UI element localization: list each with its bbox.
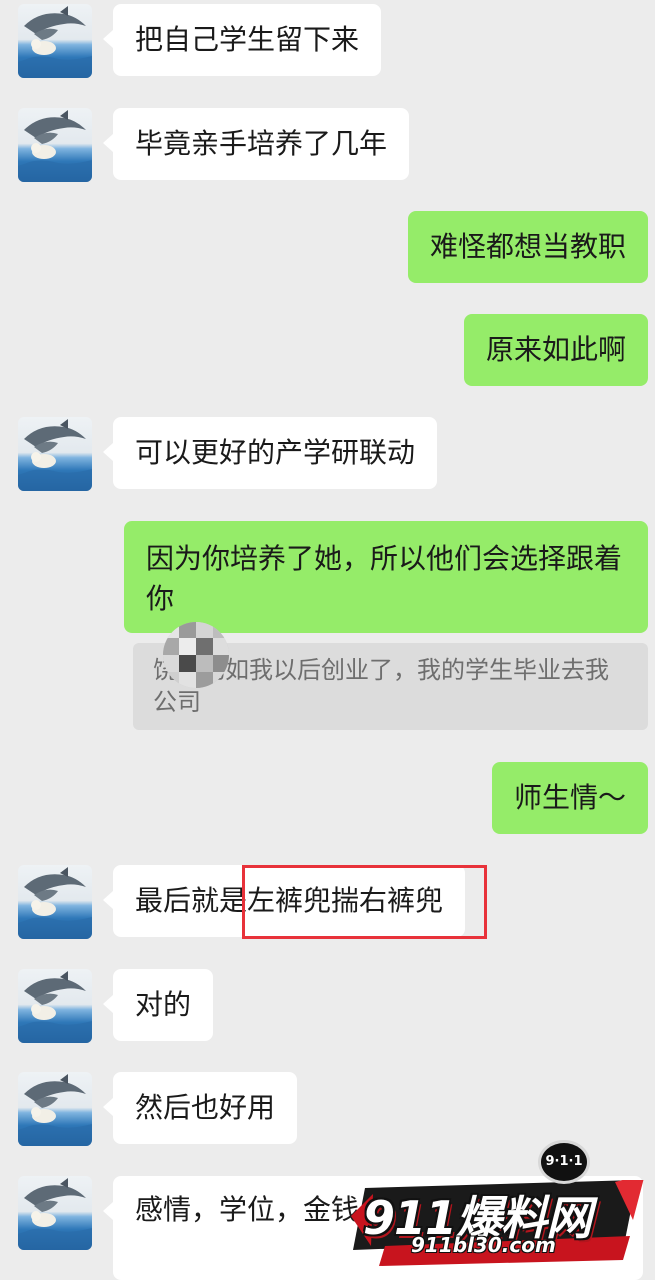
message-bubble-incoming[interactable]: 可以更好的产学研联动 <box>102 417 438 489</box>
message-text: 难怪都想当教职 <box>429 231 626 262</box>
contact-avatar[interactable] <box>18 108 92 182</box>
message-bubble-outgoing[interactable]: 难怪都想当教职 <box>407 211 648 283</box>
chat-conversation: 把自己学生留下来 毕竟亲手培养了几年 难怪都想当教职 原来如此啊 可以更好的产学… <box>0 0 655 1280</box>
message-bubble-outgoing[interactable]: 因为你培养了她，所以他们会选择跟着你 <box>124 521 648 633</box>
message-bubble-incoming[interactable]: 把自己学生留下来 <box>102 4 382 76</box>
dolphin-icon <box>18 971 92 1043</box>
message-bubble-incoming[interactable]: 对的 <box>102 969 214 1041</box>
contact-avatar[interactable] <box>18 1176 92 1250</box>
dolphin-icon <box>18 110 92 182</box>
message-text: 师生情～ <box>513 782 626 813</box>
dolphin-icon <box>18 6 92 78</box>
watermark-badge: 9·1·1 <box>538 1140 590 1184</box>
message-bubble-outgoing[interactable]: 原来如此啊 <box>463 314 648 386</box>
contact-avatar[interactable] <box>18 865 92 939</box>
dolphin-icon <box>18 419 92 491</box>
contact-avatar[interactable] <box>18 969 92 1043</box>
highlight-annotation-box <box>242 865 487 939</box>
message-text: 然后也好用 <box>135 1092 276 1123</box>
message-text: 原来如此啊 <box>485 334 626 365</box>
watermark-url: 911bl30.com <box>411 1233 556 1257</box>
contact-avatar[interactable] <box>18 1072 92 1146</box>
contact-avatar[interactable] <box>18 417 92 491</box>
site-watermark: 9·1·1 911爆料网 911bl30.com <box>345 1140 645 1272</box>
dolphin-icon <box>18 1178 92 1250</box>
message-text: 对的 <box>135 989 192 1020</box>
message-text: 可以更好的产学研联动 <box>135 437 416 468</box>
message-text: 毕竟亲手培养了几年 <box>135 128 388 159</box>
message-bubble-incoming[interactable]: 然后也好用 <box>102 1072 298 1144</box>
pixelated-mosaic <box>163 622 229 688</box>
dolphin-icon <box>18 1074 92 1146</box>
message-text: 因为你培养了她，所以他们会选择跟着你 <box>146 543 623 614</box>
message-bubble-incoming[interactable]: 毕竟亲手培养了几年 <box>102 108 410 180</box>
contact-avatar[interactable] <box>18 4 92 78</box>
message-bubble-outgoing[interactable]: 师生情～ <box>491 762 648 834</box>
dolphin-icon <box>18 867 92 939</box>
message-text: 把自己学生留下来 <box>135 24 360 55</box>
